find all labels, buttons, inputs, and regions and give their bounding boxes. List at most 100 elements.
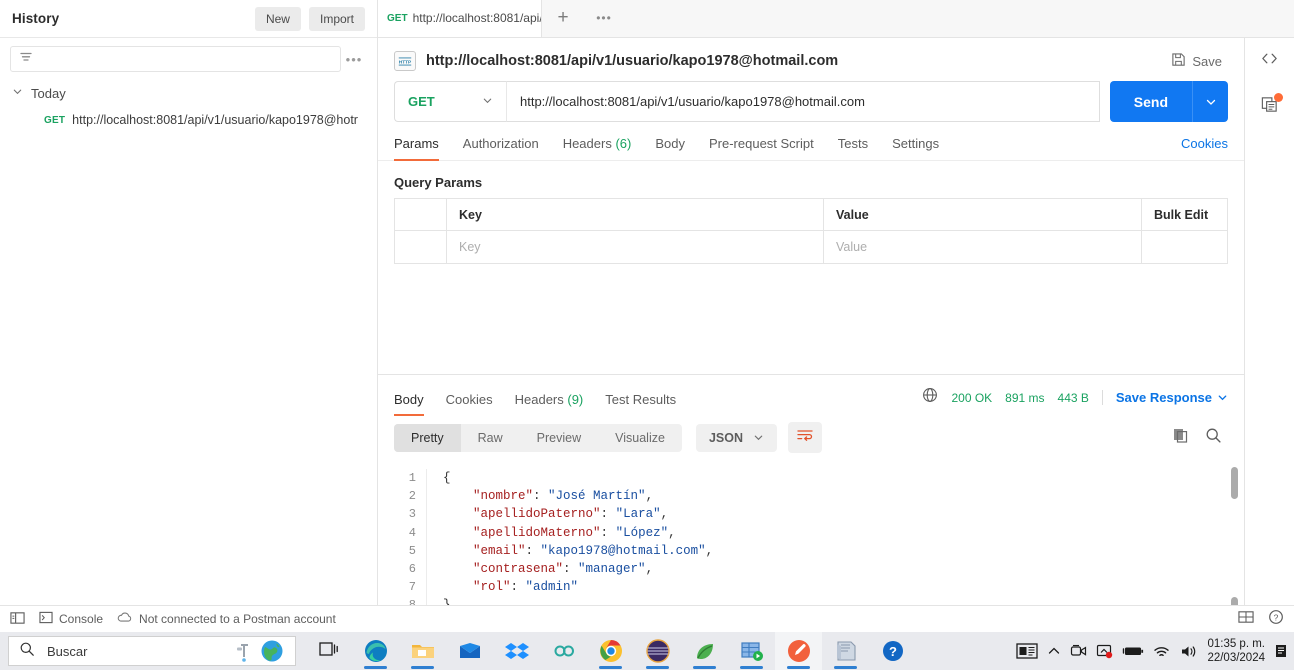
code-snippet-button[interactable] (1245, 38, 1294, 84)
task-view-button[interactable] (305, 632, 352, 670)
save-response-button[interactable]: Save Response (1116, 390, 1228, 405)
json-punctuation: , (645, 562, 654, 577)
history-group-today[interactable]: Today (0, 78, 377, 108)
show-hidden-icons-icon[interactable] (1047, 645, 1061, 657)
code-line: "contrasena": "manager", (443, 560, 713, 578)
wifi-icon[interactable] (1153, 644, 1171, 659)
response-tab-test-results[interactable]: Test Results (605, 392, 676, 416)
method-select[interactable]: GET (394, 81, 506, 122)
tab-body[interactable]: Body (655, 136, 685, 160)
taskbar-clock[interactable]: 01:35 p. m. 22/03/2024 (1207, 637, 1265, 665)
sidebar-more-icon[interactable]: ••• (341, 52, 367, 67)
sidebar-layout-button[interactable] (10, 611, 25, 628)
json-punctuation (443, 544, 473, 558)
taskbar-search-box[interactable]: Buscar (8, 636, 296, 666)
response-format-row: Pretty Raw Preview Visualize JSON (378, 416, 1244, 453)
line-number: 3 (408, 507, 416, 522)
tab-settings[interactable]: Settings (892, 136, 939, 160)
tab-pre-request-script[interactable]: Pre-request Script (709, 136, 814, 160)
taskbar-app-leaf-app[interactable] (681, 632, 728, 670)
language-select[interactable]: JSON (695, 423, 777, 452)
row-checkbox-cell[interactable] (395, 231, 447, 263)
response-tab-body[interactable]: Body (394, 392, 424, 416)
news-weather-icon[interactable] (1016, 642, 1039, 660)
json-punctuation (443, 507, 473, 521)
camera-icon[interactable] (1070, 643, 1087, 659)
search-icon[interactable] (1205, 427, 1222, 449)
tab-body-label: Body (655, 136, 685, 151)
taskbar-app-file-explorer[interactable] (399, 632, 446, 670)
notification-badge (1274, 93, 1283, 102)
screen-share-icon[interactable] (1096, 643, 1113, 659)
tab-params[interactable]: Params (394, 136, 439, 161)
status-badge: 200 OK (951, 390, 993, 405)
help-icon[interactable]: ? (1268, 609, 1284, 630)
response-tab-headers[interactable]: Headers (9) (515, 392, 584, 416)
comments-button[interactable] (1245, 84, 1294, 130)
system-tray: 01:35 p. m. 22/03/2024 (1016, 632, 1288, 670)
tab-tests[interactable]: Tests (838, 136, 868, 160)
request-section-tabs: Params Authorization Headers (6) Body Pr… (378, 136, 1244, 161)
clock-time: 01:35 p. m. (1207, 638, 1265, 650)
select-all-checkbox-cell[interactable] (395, 199, 447, 230)
send-button[interactable]: Send (1109, 81, 1192, 122)
wrap-lines-button[interactable] (788, 422, 822, 453)
taskbar-app-mail[interactable] (446, 632, 493, 670)
taskbar-app-edge[interactable] (352, 632, 399, 670)
history-item[interactable]: GET http://localhost:8081/api/v1/usuario… (0, 108, 377, 132)
cookies-link[interactable]: Cookies (1181, 136, 1228, 160)
bulk-edit-button[interactable]: Bulk Edit (1142, 199, 1227, 230)
filter-icon (19, 50, 33, 69)
response-scrollbar-thumb-top[interactable] (1231, 467, 1238, 499)
copy-icon[interactable] (1172, 427, 1189, 449)
import-button[interactable]: Import (308, 6, 365, 31)
format-pretty[interactable]: Pretty (394, 423, 461, 452)
response-body-viewer[interactable]: 1 2 3 4 5 6 78 { "nombre": "José Martín", "ape… (378, 461, 1244, 605)
format-segmented-control: Pretty Raw Preview Visualize (394, 423, 682, 452)
battery-icon[interactable] (1122, 644, 1144, 658)
code-line: } (443, 596, 713, 605)
taskbar-app-notebook-app[interactable] (822, 632, 869, 670)
key-input[interactable]: Key (447, 231, 824, 263)
tab-headers[interactable]: Headers (6) (563, 136, 632, 160)
value-input[interactable]: Value (824, 231, 1142, 263)
response-tab-cookies-label: Cookies (445, 392, 493, 407)
taskbar-app-postman[interactable] (775, 632, 822, 670)
request-tab[interactable]: GET http://localhost:8081/api/ (378, 0, 542, 37)
console-button[interactable]: Console (39, 611, 103, 627)
json-punctuation (443, 562, 473, 576)
json-key: "apellidoMaterno" (473, 525, 601, 540)
account-status-label: Not connected to a Postman account (139, 612, 336, 626)
history-filter-input[interactable] (10, 46, 341, 72)
json-punctuation: : (533, 489, 549, 504)
json-value: "José Martín" (548, 489, 646, 504)
format-preview[interactable]: Preview (520, 424, 598, 452)
taskbar-app-dropbox[interactable] (493, 632, 540, 670)
taskbar-app-help-app[interactable]: ? (869, 632, 916, 670)
save-button[interactable]: Save (1171, 52, 1228, 70)
table-row: Key Value (395, 231, 1227, 263)
taskbar-app-infinity-app[interactable] (540, 632, 587, 670)
history-sidebar: History New Import ••• Today GET http://… (0, 0, 378, 605)
code-line: "rol": "admin" (443, 578, 713, 596)
taskbar-app-chrome[interactable] (587, 632, 634, 670)
line-number: 1 (408, 471, 416, 485)
new-tab-button[interactable]: + (542, 0, 584, 37)
new-button[interactable]: New (254, 6, 301, 31)
two-pane-icon[interactable] (1238, 610, 1254, 629)
format-raw[interactable]: Raw (461, 424, 520, 452)
format-visualize[interactable]: Visualize (598, 424, 682, 452)
url-input[interactable]: http://localhost:8081/api/v1/usuario/kap… (506, 81, 1100, 122)
taskbar-app-database-app[interactable] (728, 632, 775, 670)
screen: History New Import ••• Today GET http://… (0, 0, 1294, 670)
notifications-icon[interactable] (1274, 643, 1288, 659)
globe-icon[interactable] (922, 387, 938, 408)
response-tab-cookies[interactable]: Cookies (446, 392, 493, 416)
taskbar-app-dark-disc-app[interactable] (634, 632, 681, 670)
tab-options-icon[interactable]: ••• (584, 0, 624, 37)
account-status[interactable]: Not connected to a Postman account (117, 611, 336, 627)
volume-icon[interactable] (1180, 644, 1198, 659)
send-options-button[interactable] (1192, 81, 1228, 122)
response-scrollbar-thumb-bottom[interactable] (1231, 597, 1238, 605)
tab-authorization[interactable]: Authorization (463, 136, 539, 160)
